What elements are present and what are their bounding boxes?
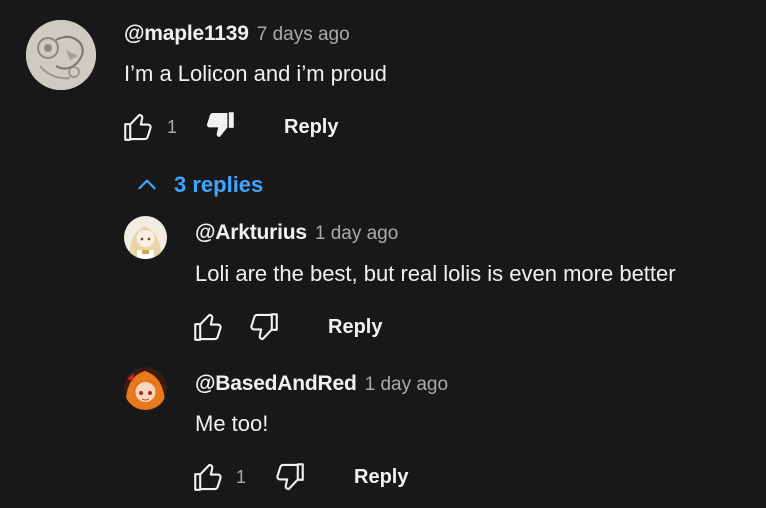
thumbs-up-icon bbox=[194, 313, 222, 341]
reply-text: Loli are the best, but real lolis is eve… bbox=[195, 261, 676, 286]
replies-count-label[interactable]: 3 replies bbox=[174, 172, 263, 198]
dislike-button[interactable] bbox=[246, 309, 282, 345]
comment-author[interactable]: @maple1139 bbox=[124, 22, 249, 45]
reply-text: Me too! bbox=[195, 411, 269, 436]
like-button[interactable] bbox=[190, 309, 226, 345]
comment-time[interactable]: 7 days ago bbox=[257, 24, 350, 45]
avatar[interactable] bbox=[124, 367, 167, 410]
like-button[interactable] bbox=[190, 459, 226, 495]
avatar[interactable] bbox=[26, 20, 96, 90]
comment-text: I’m a Lolicon and i’m proud bbox=[124, 61, 387, 86]
thumbs-down-icon bbox=[276, 463, 304, 491]
chevron-up-icon bbox=[138, 179, 156, 190]
reply-time[interactable]: 1 day ago bbox=[315, 223, 398, 244]
thumbs-down-icon bbox=[206, 112, 234, 138]
like-button[interactable] bbox=[120, 109, 156, 145]
thumbs-up-icon bbox=[124, 113, 152, 141]
thumbs-up-icon bbox=[194, 463, 222, 491]
like-count: 1 bbox=[167, 117, 178, 137]
dislike-button[interactable] bbox=[203, 107, 239, 143]
replies-toggle[interactable]: 3 replies bbox=[134, 172, 263, 198]
thumbs-down-icon bbox=[250, 313, 278, 341]
reply-author[interactable]: @BasedAndRed bbox=[195, 372, 357, 395]
reply-button[interactable]: Reply bbox=[284, 113, 338, 141]
reply-button[interactable]: Reply bbox=[328, 313, 382, 341]
reply-time[interactable]: 1 day ago bbox=[365, 374, 448, 395]
reply-author[interactable]: @Arkturius bbox=[195, 221, 307, 244]
like-count: 1 bbox=[236, 467, 247, 487]
dislike-button[interactable] bbox=[272, 459, 308, 495]
avatar[interactable] bbox=[124, 216, 167, 259]
reply-button[interactable]: Reply bbox=[354, 463, 408, 491]
